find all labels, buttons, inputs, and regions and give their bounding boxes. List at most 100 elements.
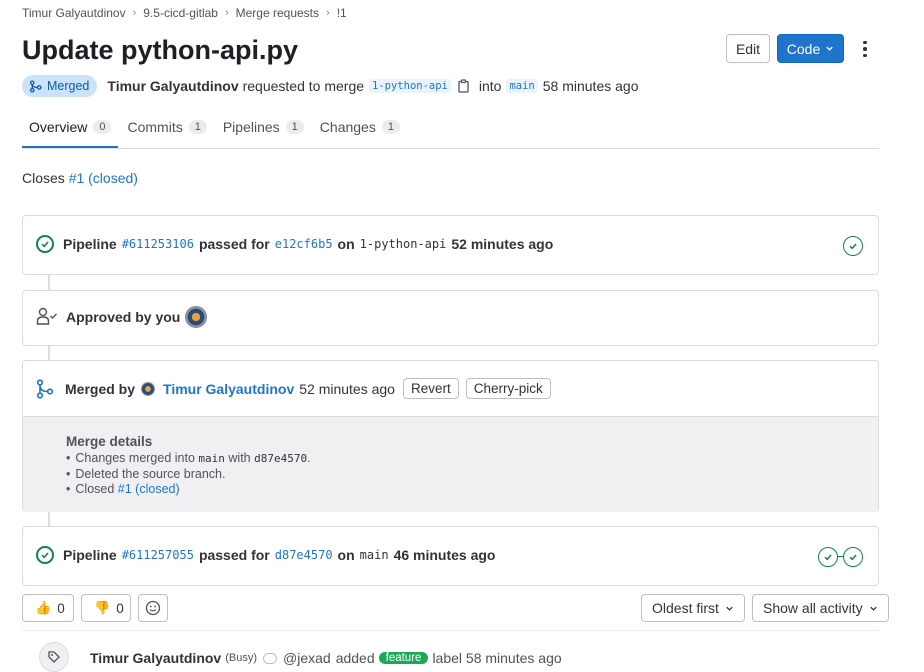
list-item: Changes merged into main with d87e4570. xyxy=(66,451,311,467)
chevron-down-icon xyxy=(869,606,877,611)
sort-order-label: Oldest first xyxy=(652,600,719,616)
source-branch[interactable]: 1-python-api xyxy=(369,79,451,93)
commit-sha-link[interactable]: d87e4570 xyxy=(275,548,333,562)
revert-button[interactable]: Revert xyxy=(402,378,459,399)
approval-widget: Approved by you xyxy=(22,290,879,346)
detail-text: . xyxy=(307,451,311,465)
chevron-right-icon: › xyxy=(132,7,137,19)
thumbs-up-count: 0 xyxy=(57,600,65,616)
pipeline-label: Pipeline xyxy=(63,547,117,563)
activity-action: added xyxy=(335,650,375,666)
tab-overview[interactable]: Overview 0 xyxy=(22,108,119,148)
more-actions-icon[interactable] xyxy=(857,38,873,60)
chevron-down-icon xyxy=(826,46,833,51)
list-item: Deleted the source branch. xyxy=(66,467,311,483)
author-link[interactable]: Timur Galyautdinov xyxy=(107,78,238,94)
target-branch[interactable]: main xyxy=(506,79,538,93)
approval-text: Approved by you xyxy=(66,309,181,325)
closed-issue-link[interactable]: #1 (closed) xyxy=(69,170,138,186)
requested-text: requested to merge xyxy=(242,78,365,94)
status-success-icon[interactable] xyxy=(36,546,54,564)
status-success-icon[interactable] xyxy=(36,235,54,253)
pipeline-time: 52 minutes ago xyxy=(451,236,554,252)
pipeline-branch: 1-python-api xyxy=(359,237,447,251)
activity-user-link[interactable]: Timur Galyautdinov xyxy=(90,650,221,666)
mr-time: 58 minutes ago xyxy=(542,78,639,94)
activity-filter-label: Show all activity xyxy=(763,600,863,616)
pipeline-on-text: on xyxy=(337,236,355,252)
merge-details-title: Merge details xyxy=(66,434,153,449)
thumbs-up-button[interactable]: 👍 0 xyxy=(22,594,74,622)
merge-details-list: Changes merged into main with d87e4570. … xyxy=(66,451,311,498)
timeline-connector xyxy=(48,345,50,360)
breadcrumb-item-merge-requests[interactable]: Merge requests xyxy=(236,6,319,20)
tab-commits[interactable]: Commits 1 xyxy=(120,108,213,146)
add-reaction-button[interactable] xyxy=(138,594,168,622)
stage-success-icon[interactable] xyxy=(843,236,863,256)
breadcrumb-item-user[interactable]: Timur Galyautdinov xyxy=(22,6,126,20)
avatar[interactable] xyxy=(141,381,156,396)
detail-text: Changes merged into xyxy=(75,451,195,465)
closes-prefix: Closes xyxy=(22,170,65,186)
pipeline-widget: Pipeline #611257055 passed for d87e4570 … xyxy=(22,526,879,586)
edit-button[interactable]: Edit xyxy=(726,34,770,63)
tab-count: 1 xyxy=(285,120,304,134)
chevron-right-icon: › xyxy=(224,7,229,19)
pipeline-passed-text: passed for xyxy=(198,547,270,563)
detail-text: Closed xyxy=(75,482,115,496)
user-status: (Busy) xyxy=(225,652,257,664)
pipeline-id-link[interactable]: #611257055 xyxy=(122,548,194,562)
pipeline-id-link[interactable]: #611253106 xyxy=(122,237,194,251)
tab-count: 0 xyxy=(93,120,112,134)
tab-changes[interactable]: Changes 1 xyxy=(313,108,407,146)
divider xyxy=(22,630,879,631)
closed-issue-link[interactable]: #1 (closed) xyxy=(118,482,180,496)
tab-label: Commits xyxy=(127,119,183,135)
thumbs-up-icon: 👍 xyxy=(35,600,52,615)
activity-suffix: label 58 minutes ago xyxy=(432,650,562,666)
label-icon xyxy=(39,642,69,672)
breadcrumb-item-mr[interactable]: !1 xyxy=(337,6,347,20)
merged-by-text: Merged by xyxy=(65,380,136,397)
timeline-connector xyxy=(48,511,50,526)
detail-text: Deleted the source branch. xyxy=(75,466,226,481)
list-item: Closed #1 (closed) xyxy=(66,482,311,498)
chevron-right-icon: › xyxy=(326,7,330,19)
mr-meta: Merged Timur Galyautdinov requested to m… xyxy=(22,75,638,97)
tab-pipelines[interactable]: Pipelines 1 xyxy=(216,108,311,146)
closes-issue: Closes #1 (closed) xyxy=(22,170,138,186)
page-title: Update python-api.py xyxy=(22,35,298,65)
pipeline-on-text: on xyxy=(337,547,355,563)
into-text: into xyxy=(478,78,502,94)
merged-time: 52 minutes ago xyxy=(299,380,395,397)
detail-text: with xyxy=(228,451,251,465)
smiley-icon xyxy=(145,600,161,616)
activity-filter-dropdown[interactable]: Show all activity xyxy=(752,594,889,622)
thumbs-down-button[interactable]: 👎 0 xyxy=(81,594,131,622)
thumbs-down-icon: 👎 xyxy=(94,600,111,615)
pipeline-branch: main xyxy=(359,548,389,562)
approval-icon xyxy=(36,307,57,325)
avatar[interactable] xyxy=(185,306,208,328)
stage-success-icon[interactable] xyxy=(818,547,838,567)
stage-success-icon[interactable] xyxy=(843,547,863,567)
commit-sha-link[interactable]: e12cf6b5 xyxy=(275,237,333,251)
chevron-down-icon xyxy=(726,606,733,611)
code-button[interactable]: Code xyxy=(777,34,844,63)
tab-label: Changes xyxy=(319,119,376,135)
activity-handle[interactable]: @jexad xyxy=(283,650,331,666)
copy-icon[interactable] xyxy=(458,79,470,93)
tab-count: 1 xyxy=(381,120,400,134)
label-badge-feature[interactable]: feature xyxy=(378,652,429,664)
merged-by-user-link[interactable]: Timur Galyautdinov xyxy=(163,381,294,397)
timeline-connector xyxy=(48,274,50,290)
breadcrumb-item-project[interactable]: 9.5-cicd-gitlab xyxy=(143,6,218,20)
merged-widget: Merged by Timur Galyautdinov 52 minutes … xyxy=(22,360,879,512)
code-button-label: Code xyxy=(786,40,821,57)
status-emoji-icon xyxy=(263,652,277,664)
mr-tabs: Overview 0 Commits 1 Pipelines 1 Changes 1 xyxy=(22,108,879,149)
cherry-pick-button[interactable]: Cherry-pick xyxy=(465,378,551,399)
tab-label: Overview xyxy=(29,119,88,135)
sort-order-dropdown[interactable]: Oldest first xyxy=(641,594,745,622)
pipeline-passed-text: passed for xyxy=(198,236,270,252)
